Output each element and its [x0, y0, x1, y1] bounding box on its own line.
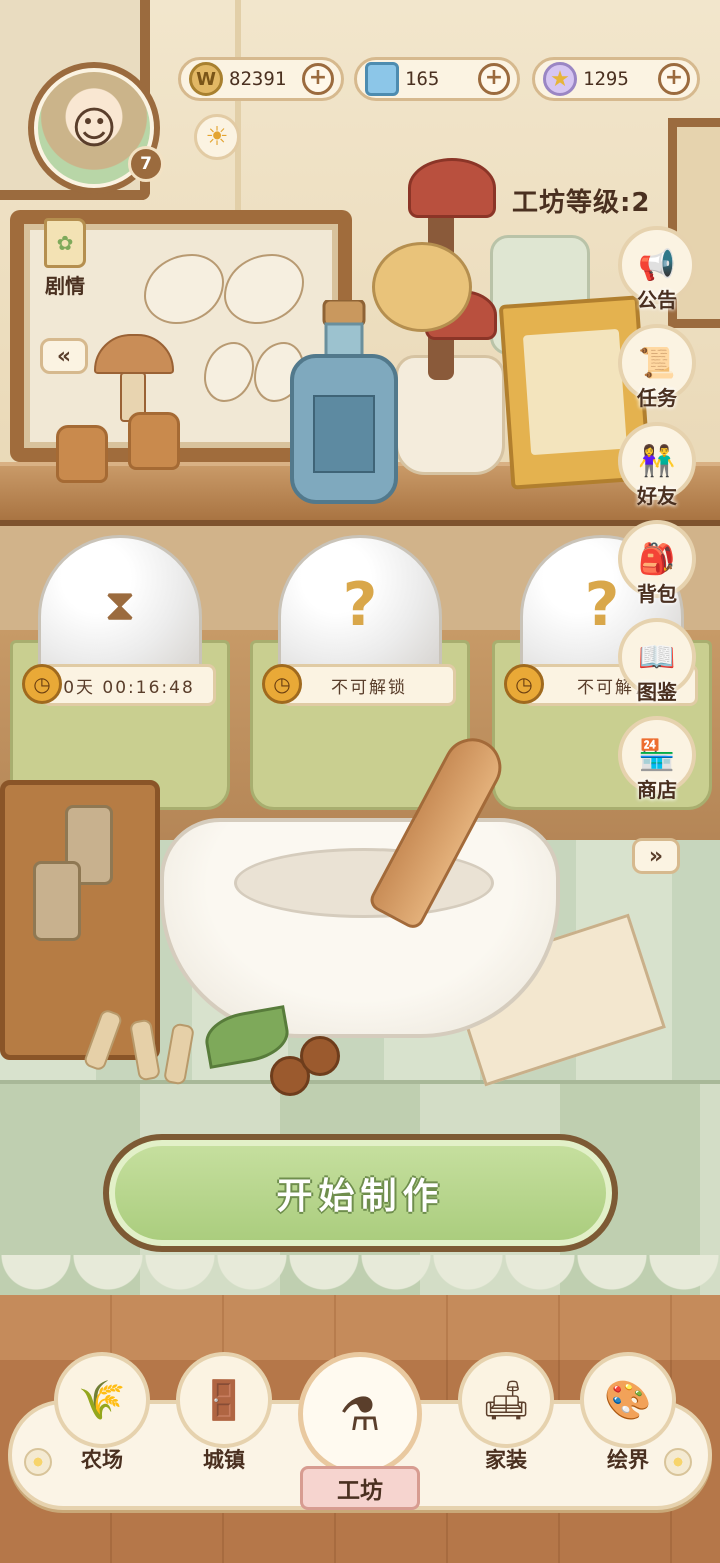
mortar-bowl	[160, 818, 560, 1038]
coin-icon: W	[189, 62, 223, 96]
nav-label: 家装	[485, 1448, 527, 1472]
story-label: 剧情	[45, 274, 85, 298]
stopwatch-icon: ◷	[262, 664, 302, 704]
stopwatch-icon: ◷	[22, 664, 62, 704]
side-menu-label: 好友	[637, 484, 677, 508]
clay-jar	[128, 412, 180, 470]
story-book-icon: ✿	[44, 218, 86, 268]
workshop-level-label: 工坊等级:2	[512, 188, 651, 218]
glass-bottle	[290, 300, 398, 504]
furniture-icon: 🛋	[458, 1352, 554, 1448]
town-icon: 🚪	[176, 1352, 272, 1448]
slot-timer-1: 0天 00:16:48	[42, 664, 216, 706]
side-cabinet	[0, 780, 160, 1060]
side-menu-collection[interactable]: 📖 图鉴	[612, 618, 702, 716]
side-menu-label: 背包	[637, 582, 677, 606]
side-menu-friends[interactable]: 👫 好友	[612, 422, 702, 520]
tablecloth-scallop	[0, 1255, 720, 1295]
nav-label: 城镇	[203, 1448, 245, 1472]
coin-value: 82391	[229, 68, 287, 90]
clay-jar	[56, 425, 108, 483]
nav-town[interactable]: 🚪 城镇	[174, 1352, 274, 1474]
nav-farm[interactable]: 🌾 农场	[52, 1352, 152, 1474]
side-menu-label: 任务	[637, 386, 677, 410]
slot-timer-2: 不可解锁	[282, 664, 456, 706]
easel-icon: 🎨	[580, 1352, 676, 1448]
start-crafting-label: 开始制作	[276, 1176, 445, 1217]
side-menu-label: 公告	[637, 288, 677, 312]
star-counter: ★ 1295 +	[532, 57, 700, 101]
start-crafting-button[interactable]: 开始制作	[103, 1134, 618, 1252]
expand-right-button[interactable]: »	[632, 838, 680, 874]
add-coins-button[interactable]: +	[302, 63, 334, 95]
question-icon: ?	[342, 570, 378, 640]
farm-icon: 🌾	[54, 1352, 150, 1448]
side-menu-shop[interactable]: 🏪 商店	[612, 716, 702, 814]
acorn	[300, 1036, 340, 1076]
collapse-left-button[interactable]: «	[40, 338, 88, 374]
add-stars-button[interactable]: +	[658, 63, 690, 95]
story-button[interactable]: ✿ 剧情	[34, 218, 96, 302]
nav-label: 农场	[81, 1448, 123, 1472]
mushroom-cap	[408, 158, 496, 218]
stopwatch-icon: ◷	[504, 664, 544, 704]
add-crystals-button[interactable]: +	[478, 63, 510, 95]
hourglass-icon: ⧗	[104, 579, 136, 631]
nav-furniture[interactable]: 🛋 家装	[456, 1352, 556, 1474]
flower-decoration	[24, 1448, 52, 1476]
side-menu-label: 图鉴	[637, 680, 677, 704]
nav-label: 绘界	[607, 1448, 649, 1472]
crystal-counter: 165 +	[354, 57, 520, 101]
wall-panel	[235, 0, 241, 210]
star-icon: ★	[543, 62, 577, 96]
nav-workshop[interactable]: ⚗ 工坊	[296, 1352, 424, 1510]
nav-label-active: 工坊	[300, 1466, 420, 1510]
coin-counter: W 82391 +	[178, 57, 344, 101]
sun-icon[interactable]: ☀	[194, 114, 240, 160]
side-menu-label: 商店	[637, 778, 677, 802]
nav-painting[interactable]: 🎨 绘界	[578, 1352, 678, 1474]
side-menu-backpack[interactable]: 🎒 背包	[612, 520, 702, 618]
workshop-icon: ⚗	[298, 1352, 422, 1476]
side-menu-tasks[interactable]: 📜 任务	[612, 324, 702, 422]
side-menu-announcement[interactable]: 📢 公告	[612, 226, 702, 324]
crystal-icon	[365, 62, 399, 96]
star-value: 1295	[583, 68, 629, 90]
crystal-value: 165	[405, 68, 440, 90]
side-menu: 📢 公告 📜 任务 👫 好友 🎒 背包 📖 图鉴 🏪 商店	[612, 226, 702, 814]
player-level-badge: 7	[128, 146, 164, 182]
